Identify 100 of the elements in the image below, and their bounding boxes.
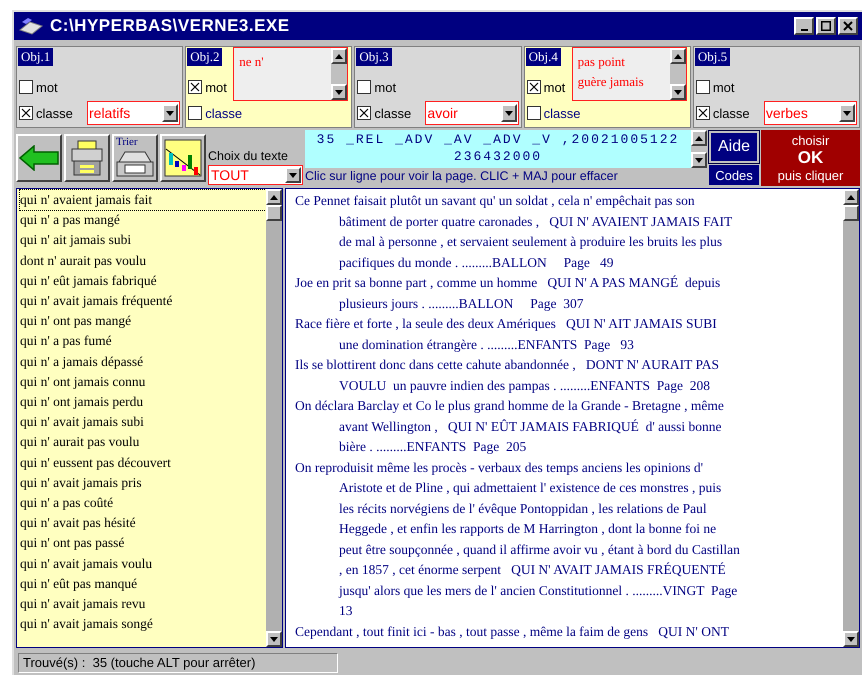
scrollbar[interactable]	[670, 48, 686, 100]
scroll-up-button[interactable]	[670, 48, 686, 64]
down-triangle-icon	[270, 636, 278, 642]
result-item[interactable]: qui n' ont jamais perdu	[20, 392, 266, 412]
scrollbar[interactable]	[331, 48, 348, 100]
context-paragraph[interactable]: Cependant , tout finit ici - bas , tout passe , même la faim de gens QUI N' ONT	[295, 622, 843, 642]
scroll-up-button[interactable]	[266, 189, 282, 205]
window-title: C:\HYPERBAS\VERNE3.EXE	[50, 15, 291, 38]
scroll-down-button[interactable]	[670, 84, 686, 100]
dropdown-button[interactable]	[162, 104, 178, 122]
minimize-button[interactable]	[794, 17, 814, 35]
scroll-down-button[interactable]	[691, 152, 707, 168]
checked-checkbox[interactable]	[696, 106, 710, 120]
result-item[interactable]: qui n' a pas fumé	[20, 331, 266, 352]
context-paragraph[interactable]: Ce Pennet faisait plutôt un savant qu' un soldat , cela n' empêchait pas son bâtiment de porter quatre caronades , QUI N' AVAIENT JAMAIS FAIT de mal à personne , et servaient seulement à produire les bruits les plus pacifiques du monde . .........BALLON Page 49	[295, 191, 843, 273]
result-item[interactable]: qui n' avait jamais revu	[20, 594, 266, 614]
result-item[interactable]: dont n' aurait pas voulu	[20, 250, 266, 271]
app-icon	[18, 16, 44, 36]
context-paragraph[interactable]: Race fière et forte , la seule des deux Amériques QUI N' AIT JAMAIS SUBI une domination étrangère . .........ENFANTS Page 93	[295, 314, 843, 355]
codes-button[interactable]: Codes	[709, 165, 759, 185]
help-button[interactable]: Aide	[709, 131, 759, 163]
class-dropdown[interactable]: avoir	[425, 101, 519, 125]
result-item[interactable]: qui n' avait pas hésité	[20, 513, 266, 534]
scroll-down-button[interactable]	[843, 631, 859, 647]
up-triangle-icon	[335, 54, 344, 58]
result-item[interactable]: qui n' eût jamais fabriqué	[20, 270, 266, 292]
result-item[interactable]: qui n' ont pas mangé	[20, 311, 266, 332]
dropdown-button[interactable]	[285, 167, 301, 183]
checkbox-label: mot	[544, 80, 566, 94]
result-item[interactable]: qui n' ait jamais subi	[20, 230, 266, 251]
result-item[interactable]: qui n' avait jamais subi	[20, 412, 266, 432]
checkbox[interactable]	[696, 80, 710, 94]
scroll-down-button[interactable]	[331, 84, 348, 100]
result-item[interactable]: qui n' eussent pas découvert	[20, 452, 266, 473]
checkbox[interactable]	[19, 80, 33, 94]
result-item[interactable]: qui n' eût pas manqué	[20, 574, 266, 594]
checkbox-label: classe	[374, 106, 412, 120]
result-item[interactable]: qui n' avait jamais pris	[20, 472, 266, 494]
print-button[interactable]	[64, 134, 110, 182]
checked-checkbox[interactable]	[188, 80, 202, 94]
class-dropdown[interactable]: relatifs	[87, 101, 180, 125]
result-item[interactable]: qui n' a pas mangé	[20, 210, 266, 230]
up-triangle-icon	[674, 54, 682, 58]
chart-button[interactable]	[160, 134, 206, 182]
close-button[interactable]	[838, 17, 858, 35]
dropdown-button[interactable]	[500, 104, 517, 122]
down-triangle-icon	[674, 90, 682, 94]
scroll-thumb[interactable]	[843, 205, 859, 221]
status-bar: Trouvé(s) : 35 (touche ALT pour arrêter)	[18, 652, 338, 672]
scrollbar[interactable]	[266, 189, 282, 647]
dropdown-button[interactable]	[839, 104, 856, 122]
context-paragraph[interactable]: On reproduisit même les procès - verbaux des temps anciens les opinions d' Aristote et de Pline , qui admettaient l' existence de ces monstres , puis les récits norvégiens de l' évêque Pontoppidan , les relations de Paul Heggede , et enfin les rapports de M Harrington , dont la bonne foi ne peut être soupçonnée , quand il affirme avoir vu , étant à bord du Castillan , en 1857 , cet énorme serpent QUI N' AVAIT JAMAIS FRÉQUENTÉ jusqu' alors que les mers de l' ancien Constitutionnel . .........VINGT Page 13	[295, 458, 843, 622]
context-paragraph[interactable]: On déclara Barclay et Co le plus grand homme de la Grande - Bretagne , même avant Wellington , QUI N' EÛT JAMAIS FABRIQUÉ d' aussi bonne bière . .........ENFANTS Page 205	[295, 396, 843, 458]
checkbox-label: mot	[36, 80, 58, 94]
result-item[interactable]: qui n' ont jamais connu	[20, 372, 266, 392]
checkbox-label: classe	[712, 106, 750, 120]
maximize-button[interactable]	[816, 17, 836, 35]
code-field[interactable]: 35 _REL _ADV _AV _ADV _V ,20021005122 236432000	[305, 130, 691, 168]
context-paragraph[interactable]: Joe en prit sa bonne part , comme un homme QUI N' A PAS MANGÉ depuis plusieurs jours . .........BALLON Page 307	[295, 273, 843, 314]
result-item[interactable]: qui n' ont pas passé	[20, 533, 266, 554]
class-dropdown[interactable]: verbes	[764, 101, 858, 125]
scroll-up-button[interactable]	[843, 189, 859, 205]
checkbox[interactable]	[188, 106, 202, 120]
scrollbar[interactable]	[691, 130, 707, 168]
maximize-icon	[821, 21, 831, 31]
text-choice-label: Choix du texte	[208, 148, 289, 164]
scroll-thumb[interactable]	[266, 205, 282, 221]
down-triangle-icon	[843, 110, 852, 116]
result-item[interactable]: qui n' a pas coûté	[20, 493, 266, 514]
checkbox-label: classe	[36, 106, 73, 120]
down-triangle-icon	[504, 110, 513, 116]
result-item[interactable]: qui n' a jamais dépassé	[20, 352, 266, 372]
sort-button[interactable]: Trier	[112, 134, 158, 182]
result-item[interactable]: qui n' avaient jamais fait	[20, 190, 266, 210]
result-item[interactable]: qui n' avait jamais songé	[20, 614, 266, 634]
up-triangle-icon	[847, 194, 855, 200]
scroll-down-button[interactable]	[266, 631, 282, 647]
down-triangle-icon	[335, 90, 344, 94]
checked-checkbox[interactable]	[526, 80, 541, 94]
scroll-up-button[interactable]	[331, 48, 348, 64]
checkbox[interactable]	[357, 80, 372, 94]
object-label: Obj.2	[187, 48, 222, 66]
ok-button[interactable]: choisir OK puis cliquer	[761, 130, 860, 186]
checkbox[interactable]	[526, 106, 541, 120]
checked-checkbox[interactable]	[357, 106, 372, 120]
checked-checkbox[interactable]	[19, 106, 33, 120]
result-item[interactable]: qui n' avait jamais fréquenté	[20, 291, 266, 312]
down-triangle-icon	[847, 636, 855, 642]
scroll-up-button[interactable]	[691, 130, 707, 146]
result-item[interactable]: qui n' aurait pas voulu	[20, 432, 266, 453]
text-dropdown[interactable]: TOUT	[208, 165, 303, 185]
object-label: Obj.4	[526, 48, 561, 66]
result-item[interactable]: qui n' avait jamais voulu	[20, 554, 266, 574]
context-paragraph[interactable]: Ils se blottirent donc dans cette cahute abandonnée , DONT N' AURAIT PAS VOULU un pauvre indien des pampas . .........ENFANTS Page 208	[295, 355, 843, 396]
scrollbar[interactable]	[843, 189, 859, 647]
back-button[interactable]	[16, 134, 62, 182]
checkbox-label: mot	[712, 80, 734, 94]
down-triangle-icon	[289, 172, 297, 178]
checkbox-label: classe	[544, 106, 580, 120]
down-triangle-icon	[695, 158, 703, 162]
